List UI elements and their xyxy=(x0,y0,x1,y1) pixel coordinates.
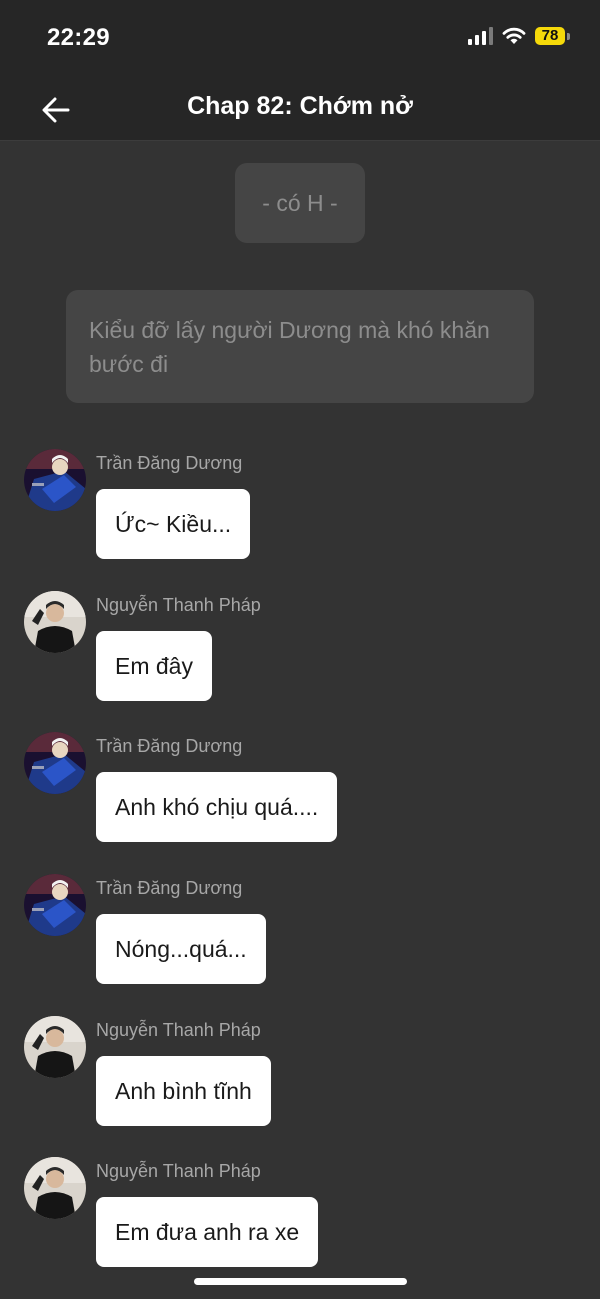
chat-screen: 22:29 78 Chap 82: Chớm nở - có H - Kiểu … xyxy=(0,0,600,1299)
sender-name: Trần Đăng Dương xyxy=(96,736,243,756)
message-bubble[interactable]: Em đưa anh ra xe xyxy=(96,1197,319,1267)
battery-icon: 78 xyxy=(535,27,570,45)
avatar-phap[interactable] xyxy=(24,1157,86,1219)
narration-box: - có H - xyxy=(235,163,365,243)
cellular-signal-icon xyxy=(468,27,493,45)
message-text: Anh khó chịu quá.... xyxy=(115,793,319,820)
battery-level: 78 xyxy=(535,27,565,45)
sender-name: Trần Đăng Dương xyxy=(96,453,243,473)
message-text: Nóng...quá... xyxy=(115,935,247,962)
status-bar: 22:29 78 xyxy=(0,0,600,78)
status-icons: 78 xyxy=(468,26,570,46)
message-text: Anh bình tĩnh xyxy=(115,1077,252,1104)
home-indicator[interactable] xyxy=(194,1278,407,1285)
page-title: Chap 82: Chớm nở xyxy=(187,92,413,120)
message-text: Em đưa anh ra xe xyxy=(115,1218,300,1245)
message-text: Ức~ Kiều... xyxy=(115,510,232,537)
sender-name: Nguyễn Thanh Pháp xyxy=(96,595,261,615)
message-bubble[interactable]: Anh bình tĩnh xyxy=(96,1056,271,1126)
avatar-phap[interactable] xyxy=(24,1016,86,1078)
message-text: Em đây xyxy=(115,652,193,679)
wifi-icon xyxy=(502,27,526,44)
narration-text: Kiểu đỡ lấy người Dương mà khó khăn bước… xyxy=(89,316,490,377)
nav-bar: Chap 82: Chớm nở xyxy=(0,78,600,141)
sender-name: Nguyễn Thanh Pháp xyxy=(96,1161,261,1181)
avatar-duong[interactable] xyxy=(24,874,86,936)
message-bubble[interactable]: Nóng...quá... xyxy=(96,914,266,984)
avatar-duong[interactable] xyxy=(24,449,86,511)
status-time: 22:29 xyxy=(47,24,110,51)
sender-name: Trần Đăng Dương xyxy=(96,878,243,898)
avatar-duong[interactable] xyxy=(24,732,86,794)
message-bubble[interactable]: Anh khó chịu quá.... xyxy=(96,772,338,842)
sender-name: Nguyễn Thanh Pháp xyxy=(96,1020,261,1040)
message-bubble[interactable]: Ức~ Kiều... xyxy=(96,489,251,559)
message-bubble[interactable]: Em đây xyxy=(96,631,212,701)
avatar-phap[interactable] xyxy=(24,591,86,653)
narration-box: Kiểu đỡ lấy người Dương mà khó khăn bước… xyxy=(66,290,534,403)
